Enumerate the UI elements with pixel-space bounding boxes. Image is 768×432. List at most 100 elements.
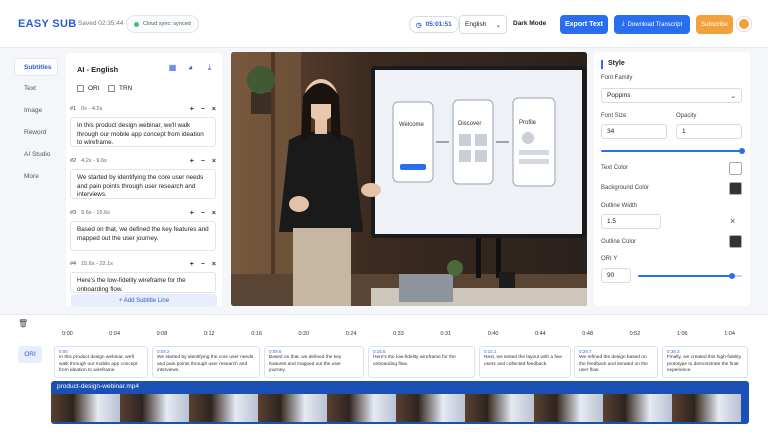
font-size-field[interactable]: 34 bbox=[601, 124, 667, 139]
ori-y-field[interactable]: 90 bbox=[601, 268, 631, 283]
entry-text-field[interactable]: Based on that, we defined the key featur… bbox=[70, 221, 216, 251]
ori-checkbox[interactable]: ORI bbox=[77, 85, 100, 92]
entry-number: #2 bbox=[70, 158, 77, 164]
sidebar-item-subtitles[interactable]: Subtitles bbox=[15, 59, 57, 75]
minus-icon[interactable]: − bbox=[201, 210, 205, 217]
ori-y-slider-knob[interactable] bbox=[728, 273, 735, 279]
entry-text-field[interactable]: In this product design webinar, we'll wa… bbox=[70, 117, 216, 147]
caption-text: In this product design webinar, we'll wa… bbox=[59, 355, 138, 373]
text-color-swatch[interactable] bbox=[729, 162, 742, 175]
dark-mode-toggle[interactable]: Dark Mode bbox=[513, 20, 546, 27]
export-text-button[interactable]: Export Text bbox=[560, 15, 608, 34]
timeline-tick-label: 0:52 bbox=[629, 331, 641, 337]
close-icon[interactable]: × bbox=[212, 261, 216, 268]
caption-text: Here's the low-fidelity wireframe for th… bbox=[373, 355, 456, 367]
subtitles-panel: AI - English ▦ ◕ ⤓ ORI TRN #1 0s - 4.2s + −… bbox=[66, 53, 222, 307]
trash-icon[interactable]: 🗑 bbox=[18, 319, 28, 328]
screen-label-discover: Discover bbox=[458, 121, 481, 127]
language-value: English bbox=[465, 21, 487, 28]
entry-time: 9.6s - 15.6s bbox=[81, 210, 110, 216]
video-thumbnail bbox=[396, 394, 419, 422]
style-panel: Style Font Family Poppins ⌄ Font Size Opa… bbox=[594, 52, 750, 306]
sidebar-item-ai-studio[interactable]: AI Studio bbox=[15, 146, 57, 162]
minus-icon[interactable]: − bbox=[201, 261, 205, 268]
caption-clip[interactable]: 0:04.2 We started by identifying the core… bbox=[152, 346, 260, 378]
video-thumbnail bbox=[534, 394, 557, 422]
add-icon[interactable]: + bbox=[190, 158, 194, 165]
timeline-tick-label: 0:08 bbox=[156, 331, 168, 337]
opacity-slider[interactable] bbox=[601, 150, 742, 152]
close-icon[interactable]: × bbox=[212, 158, 216, 165]
outline-color-label: Outline Color bbox=[601, 239, 637, 245]
video-thumbnail bbox=[419, 394, 442, 422]
style-accent bbox=[601, 60, 603, 69]
caption-text: Next, we tested the layout with a few us… bbox=[484, 355, 562, 367]
caption-clip[interactable]: 0:22.1 Next, we tested the layout with a … bbox=[479, 346, 571, 378]
timeline-tick-label: 0:40 bbox=[487, 331, 499, 337]
download-label: Download Transcript bbox=[627, 21, 683, 28]
font-family-label: Font Family bbox=[601, 75, 633, 81]
timeline: 🗑 0:00 0:04 0:08 0:12 0:16 0:20 0:24 0:33 0:31 0:… bbox=[0, 314, 768, 432]
download-transcript-button[interactable]: ⤓ Download Transcript bbox=[614, 15, 690, 34]
cloud-sync-badge: Cloud sync: synced bbox=[126, 15, 199, 33]
chevron-down-icon: ⌄ bbox=[730, 92, 736, 100]
palette-icon[interactable]: ◕ bbox=[186, 63, 195, 72]
subtitle-entry: #4 15.6s - 22.1s + − × Here's the low-fideli… bbox=[70, 259, 216, 293]
download-icon[interactable]: ⤓ bbox=[205, 63, 214, 72]
timeline-tick-label: 1:06 bbox=[676, 331, 688, 337]
panel-title: AI - English bbox=[77, 65, 119, 74]
avatar[interactable] bbox=[737, 17, 751, 31]
sidebar-item-image[interactable]: Image bbox=[15, 102, 57, 118]
close-icon[interactable]: × bbox=[212, 106, 216, 113]
outline-width-field[interactable]: 1.5 bbox=[601, 214, 661, 229]
caption-clip[interactable]: 0:09.6 Based on that, we defined the key … bbox=[264, 346, 364, 378]
font-family-value: Poppins bbox=[607, 92, 631, 99]
trn-checkbox[interactable]: TRN bbox=[108, 85, 132, 92]
caption-clip[interactable]: 0:15.6 Here's the low-fidelity wireframe … bbox=[368, 346, 475, 378]
entry-text-field[interactable]: Here's the low-fidelity wireframe for th… bbox=[70, 272, 216, 293]
add-icon[interactable]: + bbox=[190, 261, 194, 268]
logo: EASY SUB bbox=[18, 18, 77, 30]
timeline-tick-label: 0:44 bbox=[535, 331, 546, 337]
sidebar-item-more[interactable]: More bbox=[15, 168, 57, 184]
minus-icon[interactable]: − bbox=[201, 106, 205, 113]
entry-text-field[interactable]: We started by identifying the core user … bbox=[70, 169, 216, 199]
sidebar-item-text[interactable]: Text bbox=[15, 80, 57, 96]
font-family-select[interactable]: Poppins ⌄ bbox=[601, 88, 742, 103]
entry-time: 0s - 4.2s bbox=[81, 106, 103, 112]
timeline-tick-label: 0:33 bbox=[393, 331, 404, 337]
video-thumbnail bbox=[718, 394, 741, 422]
video-preview[interactable]: Welcome Discover Profile bbox=[231, 52, 587, 306]
mockup-screens: Welcome Discover Profile bbox=[392, 97, 556, 187]
caption-clip[interactable]: 0:00 In this product design webinar, we'l… bbox=[54, 346, 148, 378]
caption-clip[interactable]: 0:29.7 We refined the design based on the… bbox=[574, 346, 658, 378]
video-thumbnail bbox=[511, 394, 534, 422]
video-thumbnail bbox=[304, 394, 327, 422]
outline-color-swatch[interactable] bbox=[729, 235, 742, 248]
language-select[interactable]: English ⌄ bbox=[459, 15, 507, 34]
caption-clip[interactable]: 0:35.3 Finally, we created this high-fide… bbox=[662, 346, 748, 378]
video-thumbnail bbox=[143, 394, 166, 422]
cloud-sync-label: Cloud sync: synced bbox=[143, 21, 191, 27]
video-track[interactable]: product-design-webinar.mp4 bbox=[51, 381, 749, 424]
style-title: Style bbox=[608, 60, 625, 67]
background-color-swatch[interactable] bbox=[729, 182, 742, 195]
subscribe-button[interactable]: Subscribe bbox=[696, 15, 733, 34]
close-icon[interactable]: × bbox=[212, 210, 216, 217]
add-subtitle-line-button[interactable]: + Add Subtitle Line bbox=[71, 294, 217, 307]
font-size-label: Font Size bbox=[601, 113, 627, 119]
add-icon[interactable]: + bbox=[190, 106, 194, 113]
opacity-slider-knob[interactable] bbox=[739, 148, 745, 154]
grid-icon[interactable]: ▦ bbox=[168, 63, 177, 72]
add-icon[interactable]: + bbox=[190, 210, 194, 217]
close-icon[interactable]: × bbox=[730, 216, 735, 226]
timeline-tick-label: 0:04 bbox=[109, 331, 121, 337]
subtitle-entry: #3 9.6s - 15.6s + − × Based on that, we defi… bbox=[70, 208, 216, 251]
minus-icon[interactable]: − bbox=[201, 158, 205, 165]
opacity-field[interactable]: 1 bbox=[676, 124, 742, 139]
entry-time: 4.2s - 9.6s bbox=[81, 158, 107, 164]
caption-text: Finally, we created this high-fidelity p… bbox=[667, 355, 742, 373]
text-color-label: Text Color bbox=[601, 165, 629, 171]
video-thumbnail bbox=[74, 394, 97, 422]
sidebar-item-reword[interactable]: Reword bbox=[15, 124, 57, 140]
